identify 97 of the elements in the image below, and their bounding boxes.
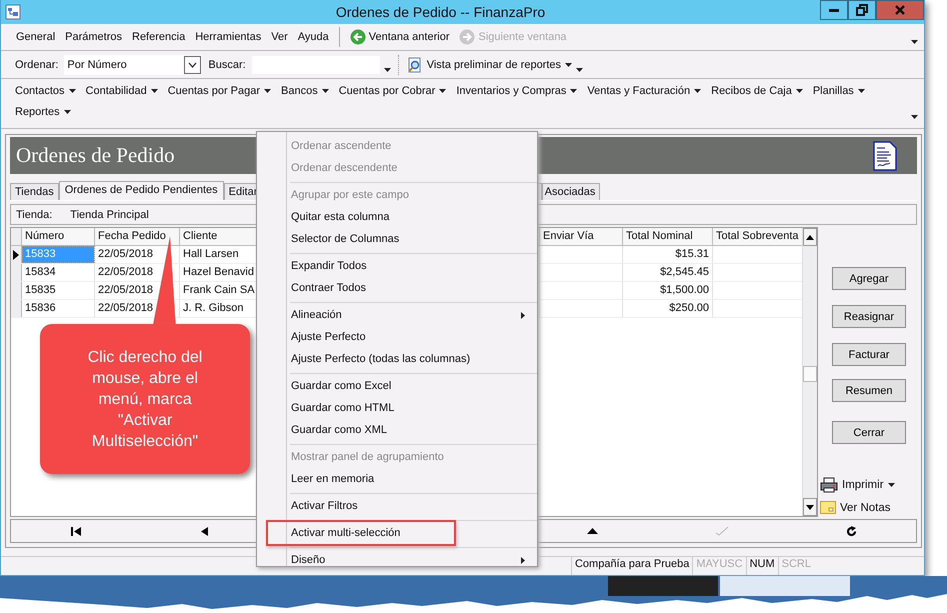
- search-label: Buscar:: [207, 58, 247, 70]
- scroll-thumb[interactable]: [802, 366, 817, 382]
- callout-text: Clic derecho del mouse, abre el menú, marca "Activar Multiselección": [86, 348, 204, 452]
- module-menu[interactable]: Planillas: [810, 83, 873, 98]
- caret-icon: [322, 88, 329, 92]
- restore-icon: [856, 4, 868, 16]
- key-indicator: MAYUSC: [692, 557, 746, 575]
- menu-item[interactable]: Guardar como HTML: [291, 397, 531, 419]
- table-cell: 15835: [22, 282, 95, 299]
- caret-icon: [188, 62, 198, 68]
- caret-icon: [858, 88, 865, 92]
- row-selector[interactable]: [11, 246, 22, 263]
- report-preview-button[interactable]: Vista preliminar de reportes: [406, 56, 572, 72]
- sort-label: Ordenar:: [14, 58, 60, 70]
- overflow-icon[interactable]: [911, 40, 918, 44]
- action-button[interactable]: Reasignar: [832, 305, 906, 328]
- minimize-button[interactable]: [820, 0, 848, 20]
- column-header[interactable]: Total Nominal: [623, 228, 713, 245]
- note-icon: [820, 501, 836, 514]
- tab[interactable]: Ordenes de Pedido Pendientes: [58, 181, 224, 200]
- caret-icon: [439, 88, 446, 92]
- notes-button[interactable]: Ver Notas: [820, 501, 890, 514]
- caret-icon: [565, 62, 572, 66]
- magnifier-page-icon: [406, 56, 423, 72]
- tab[interactable]: Asociadas: [542, 183, 600, 200]
- module-menu[interactable]: Reportes: [13, 104, 79, 119]
- table-cell: $15.31: [623, 246, 713, 263]
- module-menu[interactable]: Contabilidad: [84, 83, 166, 98]
- caret-icon: [150, 88, 158, 92]
- menu-item[interactable]: Ver: [268, 31, 291, 43]
- sort-dropdown[interactable]: Por Número: [64, 54, 202, 74]
- app-icon: [5, 4, 21, 20]
- window-title: Ordenes de Pedido -- FinanzaPro: [334, 4, 546, 20]
- dropdown-caret-icon[interactable]: [384, 68, 391, 72]
- back-button[interactable]: Ventana anterior: [346, 29, 452, 45]
- caret-icon: [694, 88, 702, 92]
- caret-icon: [796, 88, 803, 92]
- menu-item[interactable]: Activar multi-selección: [291, 522, 454, 544]
- scroll-down-icon: [806, 504, 814, 510]
- company-name: Compañía para Prueba: [570, 557, 692, 575]
- module-menu[interactable]: Contactos: [13, 83, 84, 98]
- key-indicator: NUM: [746, 557, 778, 575]
- menu-item[interactable]: Ajuste Perfecto: [291, 326, 531, 348]
- tab[interactable]: Tiendas: [10, 183, 59, 200]
- caret-icon: [64, 110, 71, 114]
- submenu-arrow-icon: [521, 556, 525, 564]
- action-button[interactable]: Agregar: [832, 267, 906, 290]
- menu-item[interactable]: Ajuste Perfecto (todas las columnas): [291, 348, 531, 370]
- action-button[interactable]: Facturar: [832, 343, 906, 366]
- store-label: Tienda:: [16, 208, 52, 220]
- menu-item[interactable]: Guardar como XML: [291, 419, 531, 441]
- module-menu[interactable]: Ventas y Facturación: [585, 83, 710, 98]
- document-icon: [873, 140, 897, 170]
- table-cell: 15833: [22, 246, 95, 263]
- menu-item[interactable]: Parámetros: [62, 31, 125, 43]
- restore-button[interactable]: [848, 0, 876, 20]
- submenu-arrow-icon: [521, 312, 525, 318]
- table-cell: $2,545.45: [623, 264, 713, 281]
- caret-icon: [570, 88, 578, 92]
- printer-icon: [820, 477, 838, 493]
- module-menu[interactable]: Cuentas por Cobrar: [336, 83, 454, 98]
- caret-icon: [888, 483, 895, 487]
- key-indicator: SCRL: [778, 557, 814, 575]
- action-button[interactable]: Cerrar: [832, 421, 906, 444]
- menu-item[interactable]: Leer en memoria: [291, 468, 531, 490]
- caret-icon: [68, 88, 76, 92]
- column-header[interactable]: Total Sobreventa: [713, 228, 802, 245]
- table-cell: 15836: [22, 300, 95, 317]
- menu-item[interactable]: Ayuda: [294, 31, 332, 43]
- overflow-icon[interactable]: [576, 68, 584, 72]
- module-menu[interactable]: Recibos de Caja: [709, 83, 811, 98]
- menu-item[interactable]: Referencia: [129, 31, 188, 43]
- form-title: Ordenes de Pedido: [16, 143, 175, 168]
- menu-item[interactable]: General: [13, 31, 58, 43]
- menu-item[interactable]: Diseño: [291, 549, 531, 571]
- module-menu[interactable]: Bancos: [279, 83, 337, 98]
- menu-item[interactable]: Guardar como Excel: [291, 375, 531, 397]
- overflow-icon[interactable]: [911, 115, 918, 119]
- action-button[interactable]: Resumen: [832, 379, 906, 402]
- table-cell: $1,500.00: [623, 282, 713, 299]
- close-icon: [894, 4, 906, 16]
- column-header[interactable]: Número: [22, 228, 95, 245]
- table-cell: $250.00: [623, 300, 713, 317]
- module-menu[interactable]: Inventarios y Compras: [454, 83, 586, 98]
- menu-item[interactable]: Quitar esta columna: [291, 206, 531, 228]
- module-menu[interactable]: Cuentas por Pagar: [166, 83, 280, 98]
- print-button[interactable]: Imprimir: [820, 477, 895, 493]
- table-cell: 15834: [22, 264, 95, 281]
- caret-icon: [264, 88, 272, 92]
- menu-item[interactable]: Activar Filtros: [291, 495, 531, 517]
- menu-item[interactable]: Herramientas: [192, 31, 264, 43]
- column-header[interactable]: Enviar Vía: [540, 228, 623, 245]
- scrollbar[interactable]: [802, 228, 817, 516]
- scroll-up-icon: [806, 234, 814, 240]
- store-value: Tienda Principal: [70, 208, 149, 220]
- close-button[interactable]: [876, 0, 924, 20]
- minimize-icon: [829, 8, 839, 12]
